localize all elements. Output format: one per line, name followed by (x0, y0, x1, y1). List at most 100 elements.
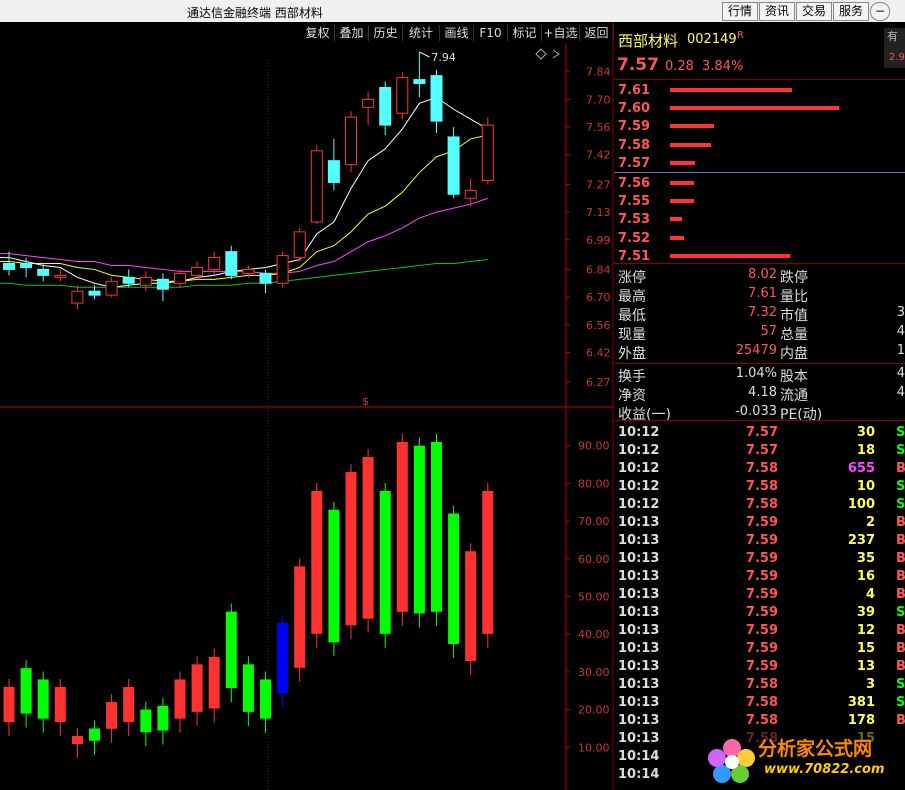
volume-bar (465, 551, 477, 661)
bid-row[interactable]: 7.56 (614, 175, 905, 193)
tick-time: 10:13 (618, 623, 660, 638)
tick-time: 10:13 (618, 641, 660, 656)
financing-flag: R (737, 30, 744, 41)
tick-volume: 15 (856, 641, 875, 656)
tick-side: S (896, 497, 905, 512)
volume-bar (3, 686, 15, 723)
tick-row: 10:13 7.59 39 S (614, 604, 905, 622)
volume-bar (225, 611, 237, 689)
tick-time: 10:13 (618, 551, 660, 566)
tick-row: 10:12 7.57 30 S (614, 424, 905, 442)
volume-tick-label: 80.00 (578, 477, 610, 490)
bid-row[interactable]: 7.52 (614, 230, 905, 248)
stat-value: 1.04% (735, 365, 777, 381)
volume-bar (277, 622, 289, 694)
volume-bar (71, 735, 83, 745)
minimize-icon[interactable]: − (870, 2, 890, 21)
bid-row[interactable]: 7.53 (614, 211, 905, 229)
stat-row: 净资 4.18 流通 4 (614, 385, 905, 404)
candle-body (3, 263, 15, 270)
stat-value: 57 (760, 324, 777, 340)
stat-value: 4 (896, 365, 905, 381)
tick-volume: 4 (865, 587, 875, 602)
stat-value: 4.18 (748, 384, 777, 400)
tick-time: 10:14 (618, 767, 660, 782)
stat-value: 3 (896, 305, 905, 321)
tick-row: 10:13 7.59 35 B (614, 550, 905, 568)
order-price: 7.55 (618, 194, 651, 210)
volume-bar (431, 441, 442, 612)
candle-body (430, 75, 443, 122)
stat-row: 涨停 8.02 跌停 (614, 267, 905, 286)
trade-button[interactable]: 交易 (796, 2, 832, 21)
current-price: 7.57 (617, 55, 659, 75)
side-tab[interactable]: 有 2.9 (884, 28, 905, 68)
quote-panel: 西部材料 002149 R 有 2.9 7.57 0.28 3.84% 7.61… (614, 22, 905, 790)
watermark-title: 分析家公式网 (758, 738, 873, 760)
tick-price: 7.57 (745, 425, 778, 440)
ask-row[interactable]: 7.58 (614, 137, 905, 155)
volume-tick-label: 40.00 (578, 628, 610, 641)
tick-volume: 35 (856, 551, 875, 566)
price-tick-label: 6.27 (586, 376, 611, 389)
tick-price: 7.59 (745, 569, 778, 584)
tick-row: 10:13 7.58 381 S (614, 694, 905, 712)
candle-body (37, 268, 50, 276)
kline-chart[interactable]: 7.84 7.70 7.56 7.42 7.27 7.13 6.99 6.84 6.70 6.56… (0, 0, 614, 790)
price-tick-label: 6.84 (586, 263, 611, 276)
tick-side: B (896, 533, 905, 548)
tick-time: 10:13 (618, 569, 660, 584)
volume-bar (413, 445, 425, 614)
volume-tick-label: 50.00 (578, 591, 610, 604)
tick-row: 10:12 7.57 18 S (614, 442, 905, 460)
stat-label: 内盘 (780, 346, 808, 363)
price-tick-label: 6.56 (586, 319, 611, 332)
order-volume-bar (670, 199, 694, 204)
price-tick-label: 7.84 (586, 66, 611, 79)
volume-bar (396, 441, 408, 612)
volume-bar (191, 664, 203, 712)
ask-row[interactable]: 7.61 (614, 82, 905, 100)
bid-row[interactable]: 7.55 (614, 193, 905, 211)
tick-side: B (896, 515, 905, 530)
stock-name: 西部材料 (618, 32, 679, 50)
tick-row: 10:13 7.59 2 B (614, 514, 905, 532)
tick-side: B (896, 461, 905, 476)
tick-price: 7.58 (745, 695, 778, 710)
volume-bar (174, 679, 186, 719)
market-button[interactable]: 行情 (722, 2, 758, 21)
tick-volume: 30 (856, 425, 875, 440)
tick-volume: 381 (847, 695, 875, 710)
stat-value: 7.32 (748, 305, 777, 321)
news-button[interactable]: 资讯 (759, 2, 795, 21)
candle-body (345, 116, 357, 166)
candle-body (139, 276, 152, 286)
stock-code: 002149 (687, 32, 737, 47)
tick-side: S (896, 605, 905, 620)
service-button[interactable]: 服务 (833, 2, 869, 21)
order-volume-bar (670, 88, 792, 92)
ask-row[interactable]: 7.60 (614, 100, 905, 118)
price-tick-label: 6.99 (586, 234, 611, 247)
candle-body (71, 290, 84, 304)
tick-row: 10:13 7.59 13 B (614, 658, 905, 676)
order-volume-bar (670, 181, 694, 185)
stat-value: 25479 (735, 343, 777, 359)
ask-row[interactable]: 7.57 (614, 155, 905, 173)
volume-tick-label: 70.00 (578, 515, 610, 528)
tick-row: 10:13 7.59 12 B (614, 622, 905, 640)
ask-row[interactable]: 7.59 (614, 118, 905, 136)
order-price: 7.59 (618, 119, 651, 135)
tick-row: 10:12 7.58 10 S (614, 478, 905, 496)
order-price: 7.56 (618, 176, 651, 191)
candle-body (481, 124, 494, 181)
stat-row: 现量 57 总量 4 (614, 324, 905, 343)
stat-label: 换手 (618, 368, 646, 385)
tick-time: 10:13 (618, 587, 660, 602)
tick-time: 10:13 (618, 713, 660, 728)
stat-value: 4 (896, 384, 905, 400)
tick-volume: 39 (856, 605, 875, 620)
order-price: 7.51 (618, 248, 651, 264)
volume-bar (37, 679, 49, 719)
side-tab-value: 2.9 (889, 52, 905, 63)
